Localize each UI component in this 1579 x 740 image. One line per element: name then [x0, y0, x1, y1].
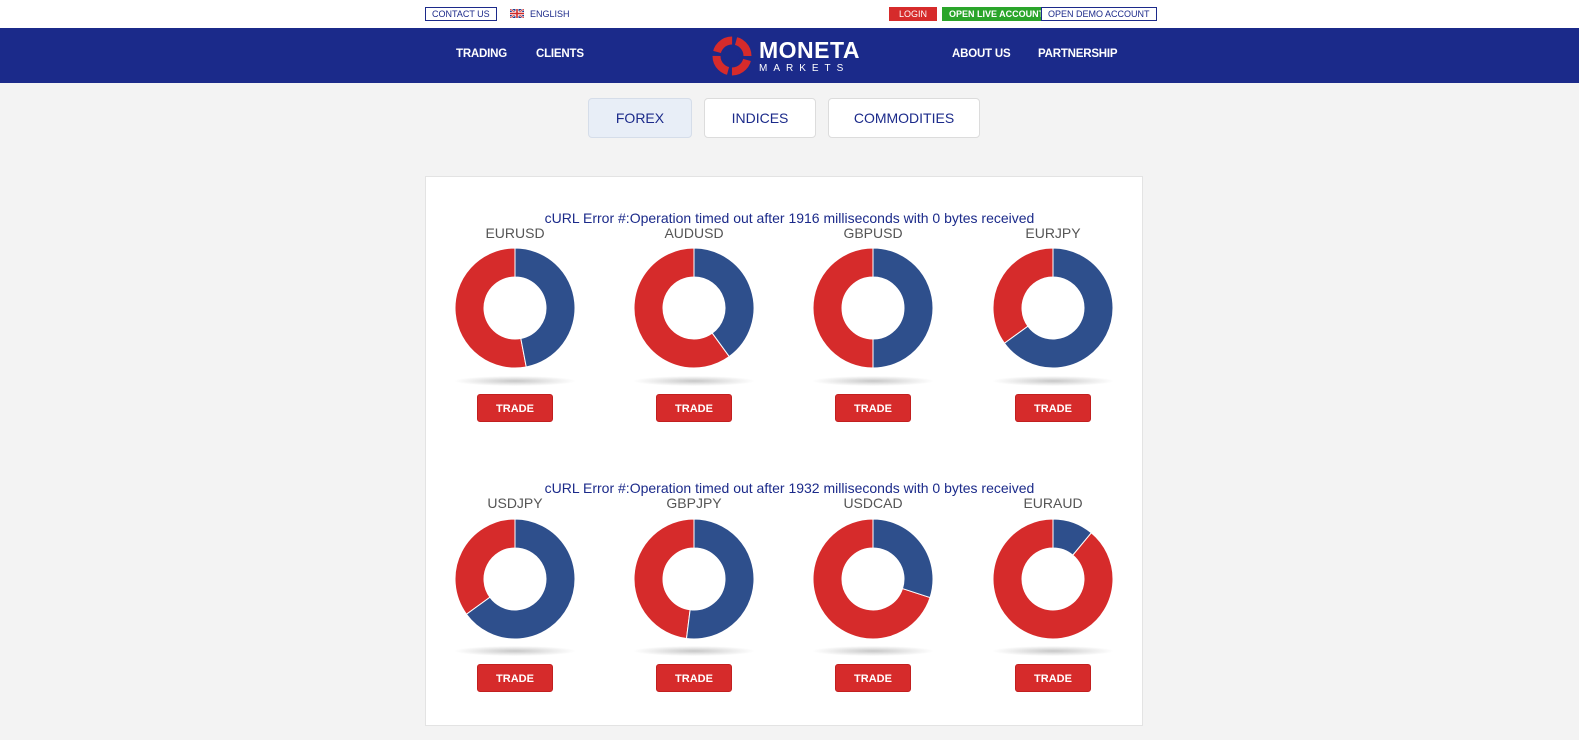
contact-us-button[interactable]: CONTACT US [425, 7, 497, 21]
error-message: cURL Error #:Operation timed out after 1… [544, 210, 1035, 226]
nav-about-us[interactable]: ABOUT US [952, 48, 1011, 60]
pair-label: GBPUSD [843, 225, 903, 241]
sentiment-donut-chart [992, 247, 1114, 369]
sentiment-donut-chart [633, 518, 755, 640]
sentiment-donut-chart [454, 247, 576, 369]
donut-shadow [634, 376, 754, 386]
pair-label: EURUSD [485, 225, 545, 241]
sentiment-donut-chart [812, 518, 934, 640]
donut-slice-red [633, 518, 695, 640]
logo-mark-icon [712, 36, 752, 76]
pair-label: GBPJPY [666, 495, 722, 511]
tab-indices[interactable]: INDICES [704, 98, 816, 138]
donut-slice-blue [872, 247, 934, 369]
donut-shadow [455, 646, 575, 656]
tab-commodities[interactable]: COMMODITIES [828, 98, 980, 138]
donut-slice-blue [685, 518, 755, 640]
donut-shadow [993, 376, 1113, 386]
donut-slice-red [454, 518, 516, 615]
moneta-markets-logo[interactable]: MONETA MARKETS [712, 35, 862, 77]
trade-button[interactable]: TRADE [656, 664, 732, 692]
language-label: ENGLISH [530, 9, 570, 19]
donut-shadow [813, 376, 933, 386]
utility-bar: CONTACT US ENGLISH LOGIN OPEN LIVE ACCOU… [0, 0, 1579, 28]
sentiment-donut-chart [992, 518, 1114, 640]
tab-forex[interactable]: FOREX [588, 98, 692, 138]
logo-text: MONETA [759, 37, 860, 63]
trade-button[interactable]: TRADE [835, 664, 911, 692]
pair-label: AUDUSD [664, 225, 724, 241]
donut-shadow [813, 646, 933, 656]
trade-button[interactable]: TRADE [477, 664, 553, 692]
main-nav: TRADING CLIENTS MONETA MARKETS ABOUT US … [0, 28, 1579, 83]
open-live-account-button[interactable]: OPEN LIVE ACCOUNT [942, 7, 1052, 21]
trade-button[interactable]: TRADE [477, 394, 553, 422]
pair-label: EURJPY [1025, 225, 1081, 241]
language-selector[interactable]: ENGLISH [510, 7, 570, 21]
donut-slice-red [812, 247, 874, 369]
trade-button[interactable]: TRADE [656, 394, 732, 422]
uk-flag-icon [510, 9, 524, 19]
donut-shadow [993, 646, 1113, 656]
donut-shadow [634, 646, 754, 656]
pair-label: EURAUD [1023, 495, 1083, 511]
error-message: cURL Error #:Operation timed out after 1… [544, 480, 1035, 496]
trade-button[interactable]: TRADE [835, 394, 911, 422]
login-button[interactable]: LOGIN [889, 7, 937, 21]
pair-label: USDCAD [843, 495, 903, 511]
pair-label: USDJPY [487, 495, 543, 511]
sentiment-donut-chart [812, 247, 934, 369]
donut-slice-blue [872, 518, 934, 599]
sentiment-donut-chart [633, 247, 755, 369]
open-demo-account-button[interactable]: OPEN DEMO ACCOUNT [1041, 7, 1157, 21]
trade-button[interactable]: TRADE [1015, 394, 1091, 422]
nav-partnership[interactable]: PARTNERSHIP [1038, 48, 1118, 60]
logo-subtext: MARKETS [759, 63, 850, 74]
nav-clients[interactable]: CLIENTS [536, 48, 584, 60]
sentiment-donut-chart [454, 518, 576, 640]
donut-shadow [455, 376, 575, 386]
trade-button[interactable]: TRADE [1015, 664, 1091, 692]
nav-trading[interactable]: TRADING [456, 48, 507, 60]
donut-slice-red [992, 247, 1054, 344]
donut-slice-blue [514, 247, 576, 368]
